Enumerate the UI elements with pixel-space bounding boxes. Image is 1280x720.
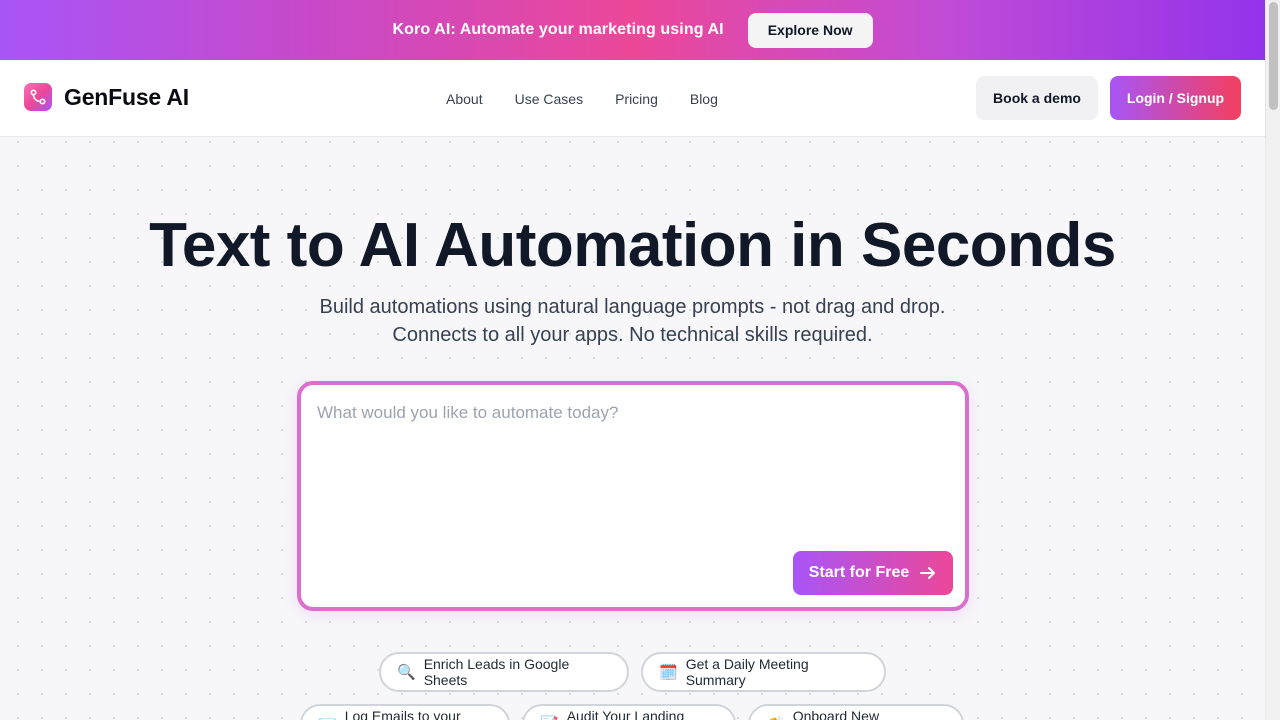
nav-link-use-cases[interactable]: Use Cases <box>515 91 583 107</box>
brand-name: GenFuse AI <box>64 83 189 110</box>
nav-link-blog[interactable]: Blog <box>690 91 718 107</box>
nav-link-pricing[interactable]: Pricing <box>615 91 658 107</box>
hero-title: Text to AI Automation in Seconds <box>149 211 1116 280</box>
start-for-free-button[interactable]: Start for Free <box>793 551 953 595</box>
announcement-text: Koro AI: Automate your marketing using A… <box>392 21 724 38</box>
page: Koro AI: Automate your marketing using A… <box>0 0 1265 720</box>
suggestion-chip-audit-landing-page[interactable]: 📝 Audit Your Landing Page <box>522 704 736 720</box>
suggestion-chip-enrich-leads[interactable]: 🔍 Enrich Leads in Google Sheets <box>379 652 629 692</box>
automation-prompt-input[interactable] <box>317 403 937 543</box>
memo-icon: 📝 <box>540 715 559 720</box>
hero-subtitle-line-1: Build automations using natural language… <box>319 296 946 318</box>
top-navigation: GenFuse AI About Use Cases Pricing Blog … <box>0 60 1265 137</box>
nav-link-about[interactable]: About <box>446 91 483 107</box>
login-signup-button[interactable]: Login / Signup <box>1110 76 1241 120</box>
clapping-hands-icon: 👏 <box>766 715 785 720</box>
chip-label: Log Emails to your CRM <box>344 708 461 720</box>
announcement-bar: Koro AI: Automate your marketing using A… <box>0 0 1265 60</box>
calendar-icon: 🗓️ <box>659 664 678 681</box>
prompt-box: Start for Free <box>297 381 969 611</box>
brand-logo[interactable]: GenFuse AI <box>24 83 189 111</box>
arrow-right-icon <box>920 567 936 579</box>
chip-label: Enrich Leads in Google Sheets <box>423 656 570 688</box>
start-for-free-label: Start for Free <box>808 564 910 581</box>
suggestion-chip-onboard-customers[interactable]: 👏 Onboard New Customers <box>748 704 964 720</box>
flow-connector-icon <box>24 83 52 111</box>
magnifier-icon: 🔍 <box>397 664 416 681</box>
scrollbar-thumb[interactable] <box>1269 2 1278 110</box>
explore-now-button[interactable]: Explore Now <box>747 12 873 48</box>
chip-label: Get a Daily Meeting Summary <box>685 656 809 688</box>
vertical-scrollbar[interactable] <box>1265 0 1280 720</box>
email-icon: 📧 <box>318 715 337 720</box>
suggestion-chip-meeting-summary[interactable]: 🗓️ Get a Daily Meeting Summary <box>641 652 886 692</box>
nav-links: About Use Cases Pricing Blog <box>446 60 718 137</box>
hero-subtitle: Build automations using natural language… <box>0 293 1265 349</box>
book-demo-button[interactable]: Book a demo <box>976 76 1098 120</box>
suggestion-chip-log-emails[interactable]: 📧 Log Emails to your CRM <box>300 704 510 720</box>
chip-label: Audit Your Landing Page <box>566 708 685 720</box>
hero-subtitle-line-2: Connects to all your apps. No technical … <box>392 324 873 346</box>
chip-label: Onboard New Customers <box>792 708 880 720</box>
